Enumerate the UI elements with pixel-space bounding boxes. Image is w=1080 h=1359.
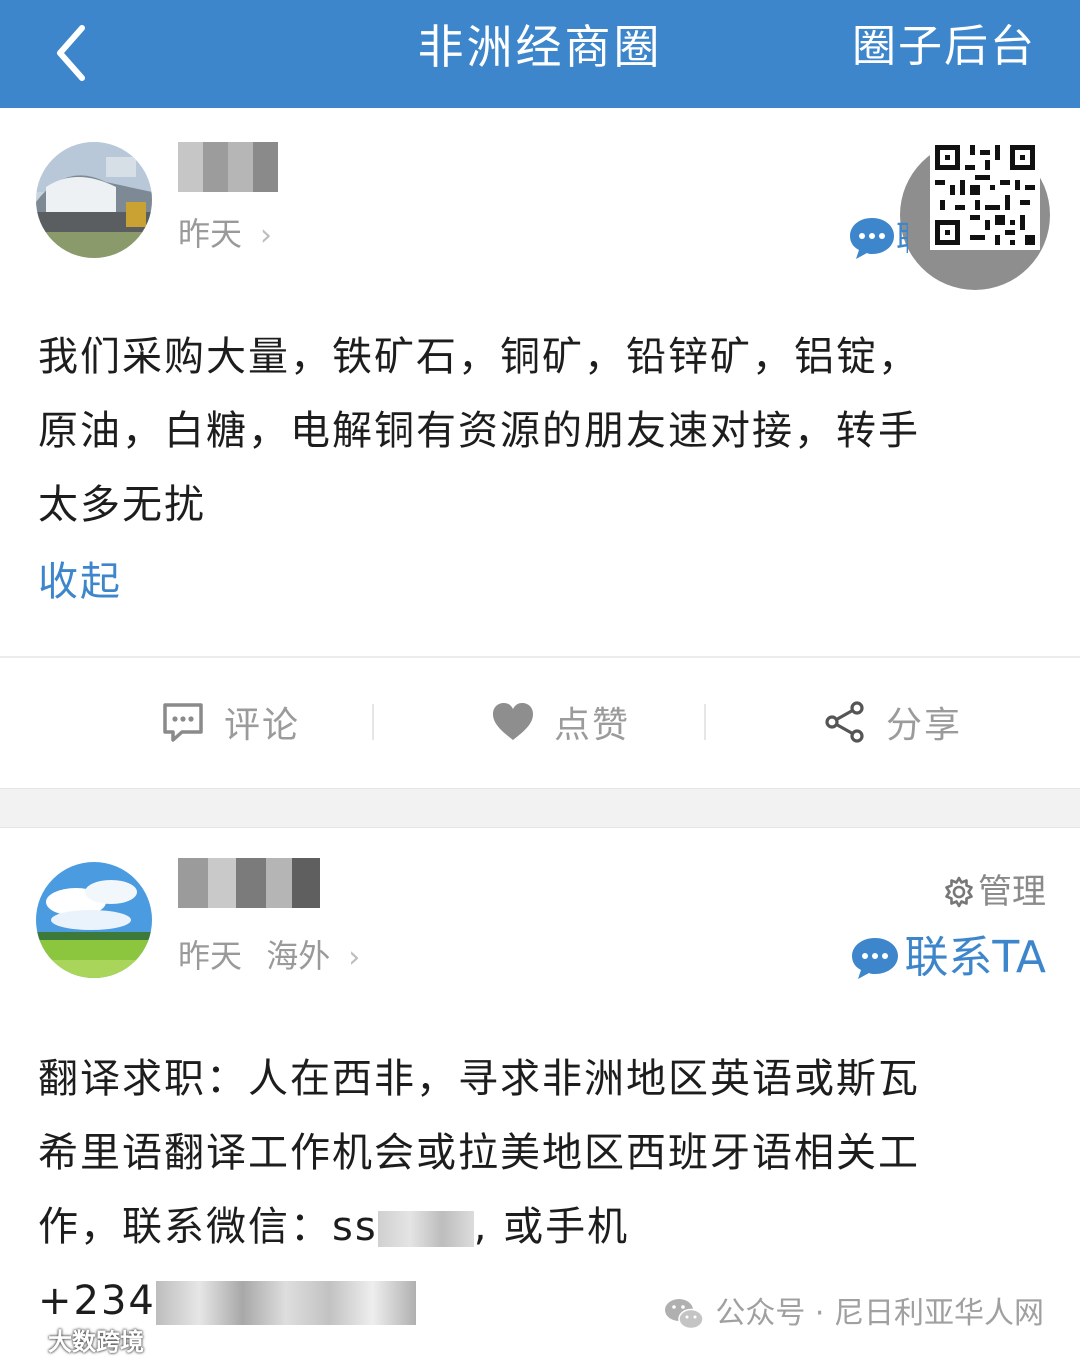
top-nav-bar: 非洲经商圈 圈子后台	[0, 0, 1080, 108]
content-line: 原油，白糖，电解铜有资源的朋友速对接，转手	[38, 408, 920, 454]
phone-prefix: +234	[38, 1278, 156, 1324]
chat-bubble-icon[interactable]: 联	[848, 214, 908, 262]
post-location: 海外	[266, 937, 331, 975]
chevron-right-icon: ›	[348, 940, 361, 975]
svg-text:联: 联	[896, 219, 908, 259]
comment-button[interactable]: 评论	[160, 694, 300, 750]
logo-icon	[9, 1330, 40, 1352]
watermark: 公众号 · 尼日利亚华人网	[663, 1294, 1044, 1334]
comment-label: 评论	[224, 705, 301, 746]
qr-code	[930, 140, 1040, 250]
like-label: 点赞	[554, 705, 631, 746]
avatar[interactable]	[36, 142, 152, 258]
watermark-left: 大数跨境	[8, 1322, 144, 1357]
chevron-right-icon: ›	[260, 218, 273, 253]
post-content: 我们采购大量，铁矿石，铜矿，铅锌矿，铝锭， 原油，白糖，电解铜有资源的朋友速对接…	[38, 320, 1038, 542]
circle-admin-button[interactable]: 圈子后台	[852, 18, 1036, 76]
share-icon	[825, 701, 864, 743]
heart-icon	[493, 703, 533, 740]
divider	[372, 704, 374, 740]
content-line: 希里语翻译工作机会或拉美地区西班牙语相关工	[38, 1130, 920, 1176]
divider	[0, 656, 1080, 658]
post-meta[interactable]: 昨天 海外 ›	[178, 936, 360, 978]
phone-prefix-text: , 或手机	[473, 1204, 630, 1250]
chat-bubble-icon	[852, 938, 899, 979]
share-label: 分享	[886, 705, 963, 746]
wechat-id-blurred	[377, 1211, 474, 1247]
contact-label: 联系TA	[904, 932, 1046, 983]
content-line: 翻译求职：人在西非，寻求非洲地区英语或斯瓦	[38, 1056, 920, 1102]
content-line: 太多无扰	[38, 482, 206, 528]
share-button[interactable]: 分享	[822, 694, 962, 750]
avatar[interactable]	[36, 862, 152, 978]
section-separator	[0, 788, 1080, 828]
collapse-link[interactable]: 收起	[38, 556, 122, 608]
phone-number-blurred	[155, 1281, 416, 1325]
watermark-left-text: 大数跨境	[48, 1328, 144, 1356]
wechat-prefix: 作，联系微信：ss	[38, 1204, 378, 1250]
content-line: 作，联系微信：ss , 或手机	[38, 1190, 1038, 1264]
like-button[interactable]: 点赞	[490, 694, 630, 750]
post-time: 昨天	[178, 215, 243, 253]
content-line: 我们采购大量，铁矿石，铜矿，铅锌矿，铝锭，	[38, 334, 920, 380]
divider	[704, 704, 706, 740]
manage-label: 管理	[978, 872, 1046, 912]
contact-button[interactable]: 联系TA	[850, 930, 1046, 986]
gear-icon	[945, 876, 973, 908]
manage-button[interactable]: 管理	[942, 870, 1046, 914]
username-blurred[interactable]	[178, 858, 320, 908]
wechat-icon	[665, 1299, 705, 1330]
post-meta[interactable]: 昨天 ›	[178, 214, 272, 256]
comment-icon	[163, 703, 203, 742]
watermark-text: 公众号 · 尼日利亚华人网	[715, 1296, 1044, 1331]
username-blurred[interactable]	[178, 142, 278, 192]
post-time: 昨天	[178, 937, 243, 975]
